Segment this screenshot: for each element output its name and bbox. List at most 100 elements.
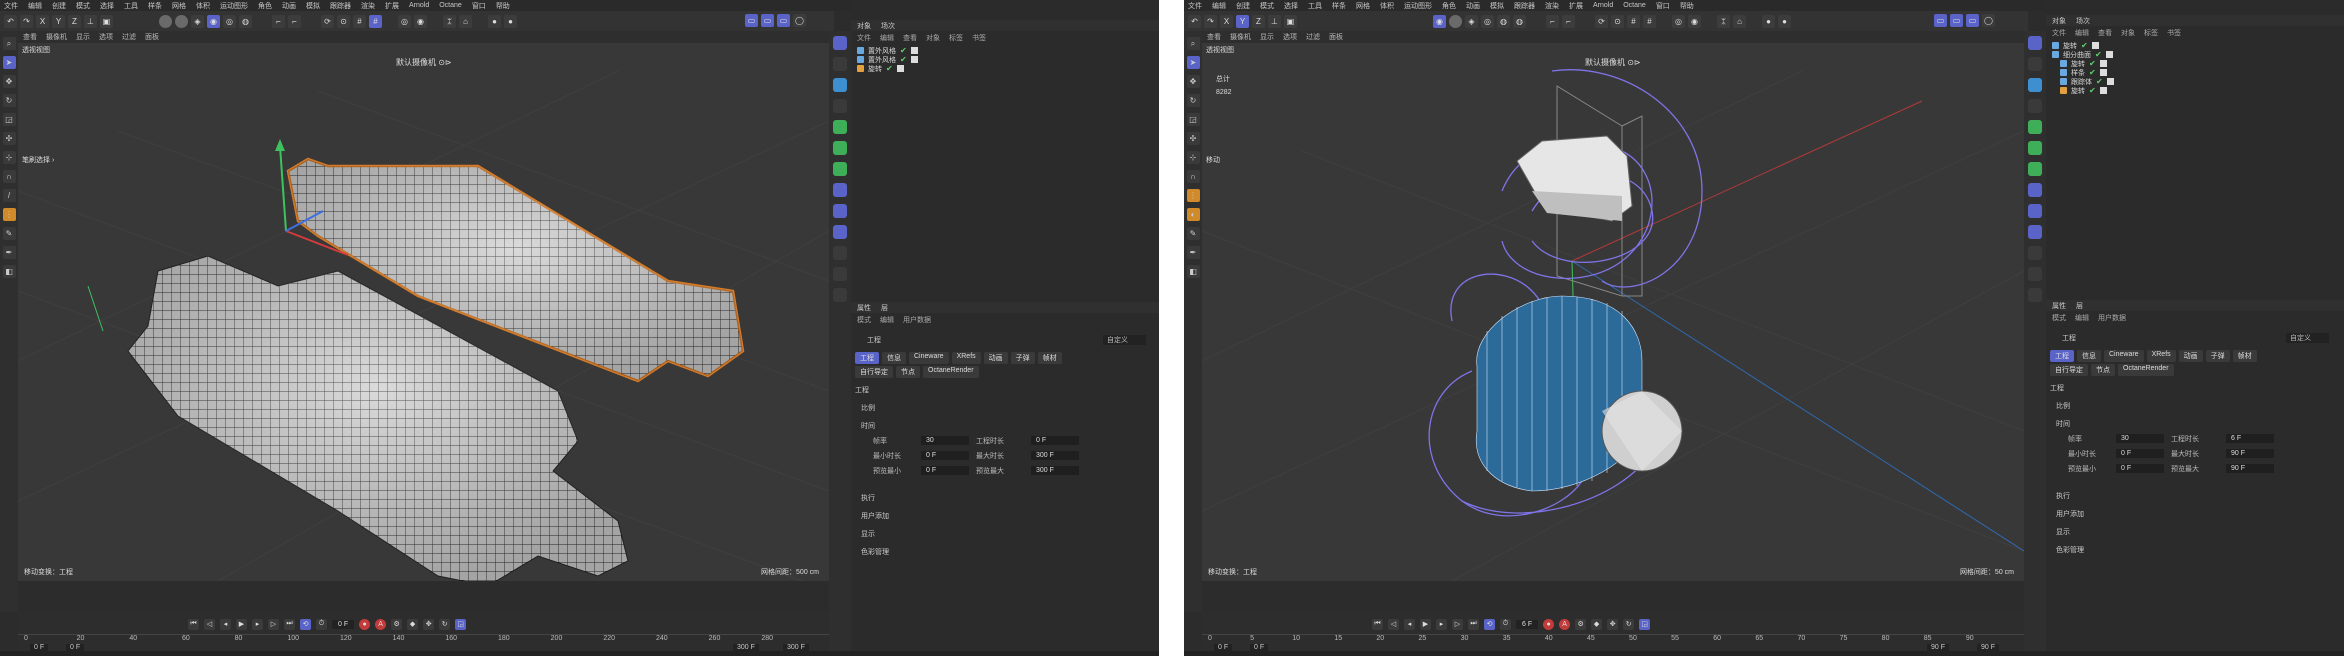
lock-icon[interactable]: ⌂ [1733, 14, 1746, 28]
uv-mode-icon[interactable]: ◎ [223, 14, 236, 28]
field-value[interactable]: 0 F [2116, 449, 2164, 458]
object-menu-item[interactable]: 对象 [926, 33, 940, 43]
object-row[interactable]: 跟踪体 ✔ [2060, 77, 2114, 86]
viewport[interactable]: 查看摄像机显示选项过滤面板 透视视图 默认摄像机 ⊙⊳ 笔刷选择 › [18, 31, 829, 581]
magnet-icon[interactable]: ∩ [2, 170, 16, 183]
object-menu-item[interactable]: 文件 [857, 33, 871, 43]
attr-tab[interactable]: 帧材 [1037, 352, 1062, 364]
generator-icon[interactable] [833, 78, 847, 92]
knife-icon[interactable]: / [2, 189, 16, 202]
first-frame-icon[interactable]: ⏮ [188, 618, 199, 630]
tab-attr[interactable]: 属性 [857, 303, 871, 313]
field-icon[interactable] [2028, 204, 2042, 218]
attr-menu-item[interactable]: 用户数据 [2098, 313, 2126, 323]
play-icon[interactable]: ▶ [236, 618, 247, 630]
axis-icon[interactable]: ⊹ [2, 151, 16, 164]
attr-tab[interactable]: 信息 [2077, 350, 2101, 362]
object-menu-item[interactable]: 书签 [972, 33, 986, 43]
attr-group[interactable]: 执行 [2056, 491, 2070, 501]
menu-item[interactable]: 模式 [1260, 1, 1274, 11]
menu-item[interactable]: 模拟 [1490, 1, 1504, 11]
undo-icon[interactable]: ↶ [4, 14, 17, 28]
brush-icon[interactable]: ✎ [2, 227, 16, 240]
fps-icon[interactable]: ⏱ [1500, 618, 1511, 630]
prev-key-icon[interactable]: ◁ [1388, 618, 1399, 630]
menu-item[interactable]: 运动图形 [220, 1, 248, 11]
attr-group[interactable]: 时间 [2056, 419, 2070, 429]
paint-icon[interactable]: ⋮ [1186, 189, 1200, 202]
tab-attr[interactable]: 属性 [2052, 301, 2066, 311]
attr-tab[interactable]: 子弹 [2205, 350, 2230, 362]
menu-item[interactable]: 帮助 [1680, 1, 1694, 11]
redo-icon[interactable]: ↷ [20, 14, 33, 28]
attr-tab[interactable]: 自行导定 [855, 366, 893, 378]
rotate-icon[interactable]: ↻ [2, 94, 16, 107]
search-icon[interactable]: ⌕ [1186, 37, 1200, 50]
tag-icon[interactable] [2099, 60, 2107, 67]
menu-item[interactable]: 扩展 [385, 1, 399, 11]
prev-key-icon[interactable]: ◁ [204, 618, 215, 630]
autokey-icon[interactable]: A [375, 618, 387, 630]
menu-item[interactable]: 跟踪器 [1514, 1, 1535, 11]
last-frame-icon[interactable]: ⏭ [284, 618, 295, 630]
pen-icon[interactable] [2028, 57, 2042, 71]
menu-item[interactable]: 网格 [172, 1, 186, 11]
octane-icon[interactable]: ● [1762, 14, 1775, 28]
generator-icon[interactable] [2028, 78, 2042, 92]
field-value[interactable]: 300 F [1031, 451, 1079, 460]
layout-icon[interactable]: ▭ [1934, 14, 1947, 27]
key-pos-icon[interactable]: ✥ [1607, 618, 1619, 630]
check-icon[interactable]: ✔ [900, 55, 907, 64]
menu-item[interactable]: 样条 [148, 1, 162, 11]
check-icon[interactable]: ✔ [2096, 77, 2103, 86]
tab-takes[interactable]: 场次 [2076, 16, 2090, 26]
object-menu-item[interactable]: 对象 [2121, 28, 2135, 38]
edge-mode-icon[interactable] [1449, 14, 1462, 28]
record-icon[interactable]: ● [1543, 618, 1555, 630]
object-name[interactable]: 旋转 [2071, 86, 2085, 96]
layout-icon[interactable]: ▭ [1950, 14, 1963, 27]
object-menu-item[interactable]: 查看 [2098, 28, 2112, 38]
point-mode-icon[interactable]: ◉ [1433, 14, 1446, 28]
cloner-icon[interactable] [833, 120, 847, 134]
range-start[interactable]: 0 F [30, 644, 49, 651]
menu-item[interactable]: 跟踪器 [330, 1, 351, 11]
menu-item[interactable]: 体积 [1380, 1, 1394, 11]
quantize-icon[interactable]: # [1643, 14, 1656, 28]
menu-item[interactable]: Arnold [409, 2, 429, 9]
model-mode-icon[interactable]: ◉ [207, 14, 220, 28]
key-scale-icon[interactable]: ◲ [455, 618, 467, 630]
attr-tab[interactable]: 子弹 [1010, 352, 1035, 364]
render-region-icon[interactable]: ▣ [100, 14, 113, 28]
key-rot-icon[interactable]: ↻ [439, 618, 451, 630]
redo-icon[interactable]: ↷ [1204, 14, 1217, 28]
layout-icon[interactable]: ▭ [761, 14, 774, 27]
current-frame-field[interactable]: 6 F [1516, 619, 1539, 629]
snap-settings-icon[interactable]: ⌐ [1562, 14, 1575, 28]
axis-x-button[interactable]: X [1220, 14, 1233, 28]
attr-menu-item[interactable]: 编辑 [2075, 313, 2089, 323]
attr-tab[interactable]: XRefs [2146, 350, 2176, 362]
transform-icon[interactable]: ✣ [1186, 132, 1200, 145]
object-menu-item[interactable]: 查看 [903, 33, 917, 43]
attr-tab[interactable]: OctaneRender [923, 366, 979, 378]
coord-icon[interactable]: ⊥ [84, 14, 97, 28]
next-key-icon[interactable]: ▷ [268, 618, 279, 630]
prev-frame-icon[interactable]: ◂ [1404, 618, 1415, 630]
poly-mode-icon[interactable]: ◈ [191, 14, 204, 28]
key-pos-icon[interactable]: ✥ [423, 618, 435, 630]
key-icon[interactable]: ◆ [407, 618, 419, 630]
snap-icon[interactable]: ⌐ [272, 14, 285, 28]
text-icon[interactable] [2028, 99, 2042, 113]
menu-item[interactable]: 动画 [1466, 1, 1480, 11]
search-icon[interactable]: ⌕ [2, 37, 16, 50]
grid-icon[interactable]: # [1627, 14, 1640, 28]
workplane-icon[interactable]: ⟳ [1595, 14, 1608, 28]
cube-icon[interactable] [833, 36, 847, 50]
attr-tab[interactable]: 动画 [2178, 350, 2203, 362]
attr-group[interactable]: 比例 [2056, 401, 2070, 411]
texture-mode-icon[interactable]: ◍ [1513, 14, 1526, 28]
deformer-icon[interactable] [833, 183, 847, 197]
render-settings-icon[interactable]: ◉ [414, 14, 427, 28]
bucket-icon[interactable]: ◐ [1186, 208, 1200, 221]
